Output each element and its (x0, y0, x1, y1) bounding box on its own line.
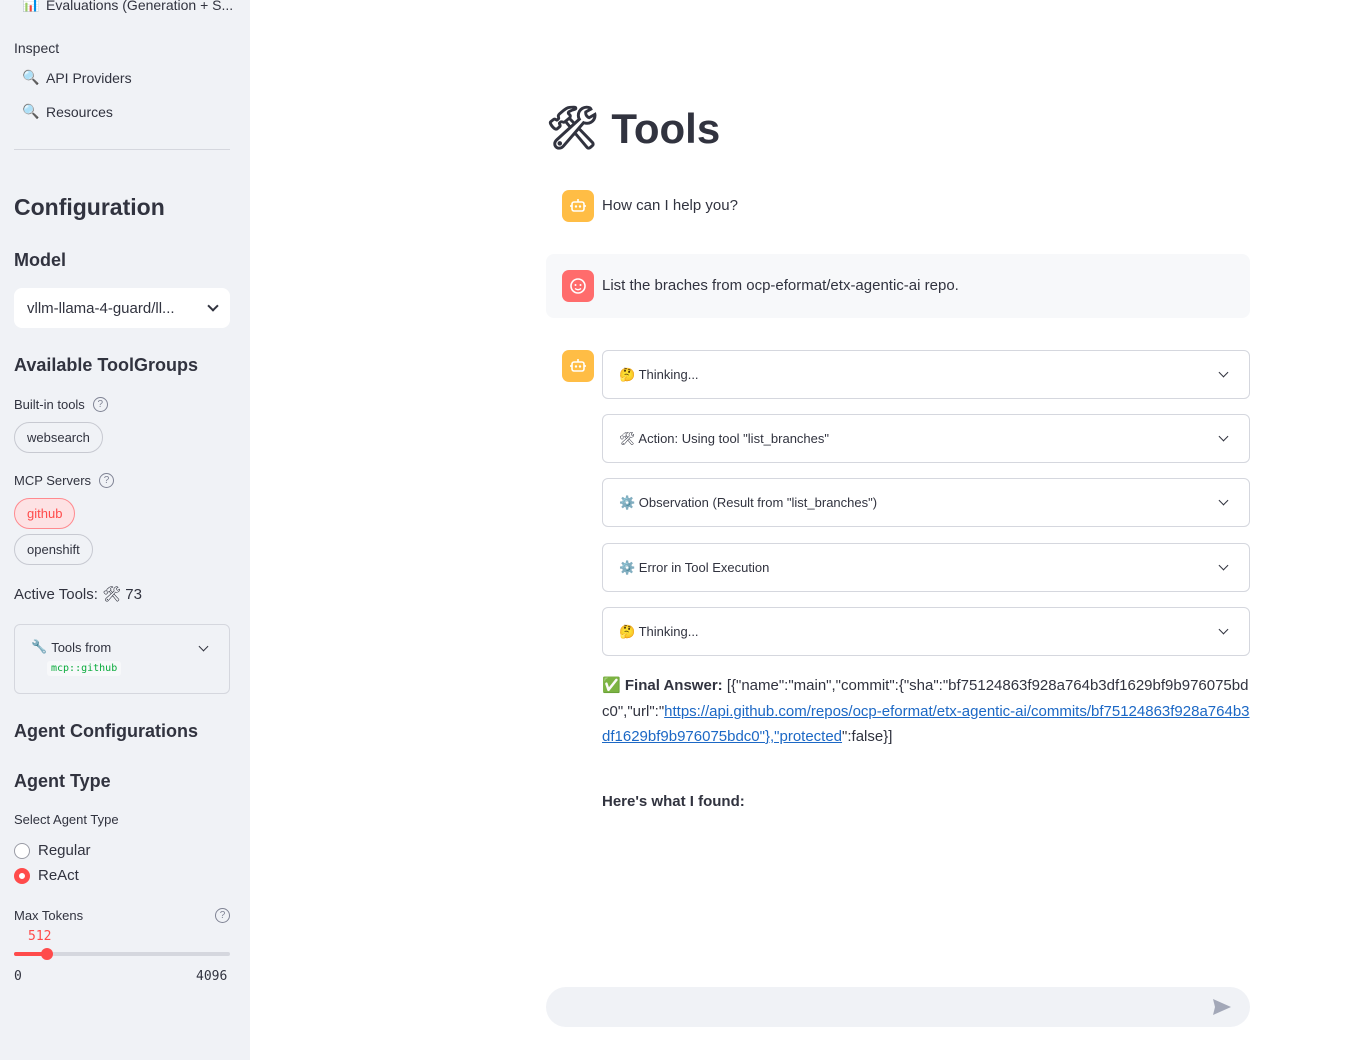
radio-label: Regular (38, 842, 91, 859)
page-title: 🛠 Tools (546, 104, 720, 153)
slider-min: 0 (14, 969, 22, 984)
nav-item-evaluations[interactable]: 📊 Evaluations (Generation + S... (22, 0, 233, 13)
builtin-tools-text: Built-in tools (14, 397, 85, 412)
chevron-down-icon (1218, 624, 1229, 635)
robot-icon (570, 199, 586, 212)
mcp-servers-text: MCP Servers (14, 473, 92, 488)
sidebar-divider (14, 149, 230, 150)
tools-from-title: 🔧 Tools from (31, 639, 213, 655)
step-expander-action[interactable]: 🛠 Action: Using tool "list_branches" (602, 414, 1250, 463)
final-answer-label: Final Answer: (624, 677, 723, 694)
assistant-avatar (562, 350, 594, 382)
inspect-section-label: Inspect (14, 40, 60, 56)
active-tools-count: Active Tools: 🛠 73 (14, 586, 142, 603)
assistant-avatar (562, 190, 594, 222)
select-agent-type-label: Select Agent Type (14, 812, 119, 827)
send-icon[interactable] (1212, 998, 1232, 1021)
slider-value: 512 (28, 929, 52, 944)
help-icon[interactable]: ? (99, 473, 115, 488)
radio-label: ReAct (38, 867, 79, 884)
chart-icon: 📊 (22, 0, 40, 12)
chevron-down-icon (1218, 431, 1229, 442)
model-select-value: vllm-llama-4-guard/ll... (27, 299, 175, 317)
chevron-down-icon (1218, 560, 1229, 571)
slider-thumb[interactable] (41, 948, 53, 960)
tools-from-code: mcp::github (47, 661, 122, 676)
max-tokens-label: Max Tokens ? (14, 908, 230, 923)
toolgroups-heading: Available ToolGroups (14, 355, 199, 375)
nav-item-label: API Providers (46, 69, 132, 86)
max-tokens-text: Max Tokens (14, 908, 84, 923)
step-expander-thinking-2[interactable]: 🤔 Thinking... (602, 607, 1250, 656)
smiley-icon (570, 278, 586, 294)
tools-from-label: Tools from (51, 639, 112, 655)
help-icon[interactable]: ? (92, 397, 108, 412)
agent-config-heading: Agent Configurations (14, 721, 198, 741)
radio-circle (14, 842, 30, 859)
chat-input[interactable] (546, 987, 1250, 1027)
slider-max: 4096 (196, 969, 228, 984)
commit-link[interactable]: https://api.github.com/repos/ocp-eformat… (602, 703, 1250, 746)
configuration-heading: Configuration (14, 194, 165, 220)
robot-icon (570, 359, 586, 372)
nav-item-label: Evaluations (Generation + S... (46, 0, 234, 13)
chevron-down-icon (207, 300, 219, 312)
step-expander-thinking[interactable]: 🤔 Thinking... (602, 350, 1250, 399)
user-message: List the braches from ocp-eformat/etx-ag… (602, 277, 959, 294)
final-answer-suffix: ":false}] (842, 728, 893, 745)
radio-react[interactable]: ReAct (14, 867, 79, 884)
step-label: 🤔 Thinking... (619, 623, 699, 639)
nav-item-api-providers[interactable]: 🔍 API Providers (22, 69, 132, 86)
step-expander-error[interactable]: ⚙️ Error in Tool Execution (602, 543, 1250, 592)
final-answer: ✅ Final Answer: [{"name":"main","commit"… (602, 673, 1252, 750)
check-icon: ✅ (602, 677, 621, 694)
magnifier-icon: 🔍 (22, 103, 40, 119)
nav-item-label: Resources (46, 103, 113, 120)
step-label: 🛠 Action: Using tool "list_branches" (619, 430, 829, 446)
tool-pill-websearch[interactable]: websearch (14, 422, 103, 453)
radio-regular[interactable]: Regular (14, 842, 91, 859)
chevron-down-icon (1218, 495, 1229, 506)
hammer-wrench-icon: 🛠 (546, 104, 600, 151)
radio-circle (14, 867, 30, 884)
page-title-text: Tools (611, 104, 721, 152)
builtin-tools-label: Built-in tools ? (14, 397, 108, 412)
assistant-greeting: How can I help you? (602, 197, 738, 214)
step-expander-observation[interactable]: ⚙️ Observation (Result from "list_branch… (602, 478, 1250, 527)
wrench-icon: 🔧 (31, 639, 48, 654)
mcp-servers-label: MCP Servers ? (14, 473, 115, 488)
help-icon[interactable]: ? (215, 908, 230, 923)
model-heading: Model (14, 250, 66, 270)
step-label: ⚙️ Error in Tool Execution (619, 559, 770, 575)
sidebar: 📊 Evaluations (Generation + S... Inspect… (0, 0, 250, 1060)
mcp-pill-github[interactable]: github (14, 498, 76, 529)
magnifier-icon: 🔍 (22, 69, 40, 85)
found-text: Here's what I found: (602, 793, 745, 810)
nav-item-resources[interactable]: 🔍 Resources (22, 103, 113, 120)
step-label: ⚙️ Observation (Result from "list_branch… (619, 494, 878, 510)
chevron-down-icon (1218, 367, 1229, 378)
agent-type-heading: Agent Type (14, 771, 111, 791)
user-avatar (562, 270, 594, 302)
mcp-pill-openshift[interactable]: openshift (14, 534, 93, 565)
model-select[interactable]: vllm-llama-4-guard/ll... (14, 288, 230, 328)
step-label: 🤔 Thinking... (619, 366, 699, 382)
tools-from-expander[interactable]: 🔧 Tools from mcp::github (14, 624, 230, 694)
